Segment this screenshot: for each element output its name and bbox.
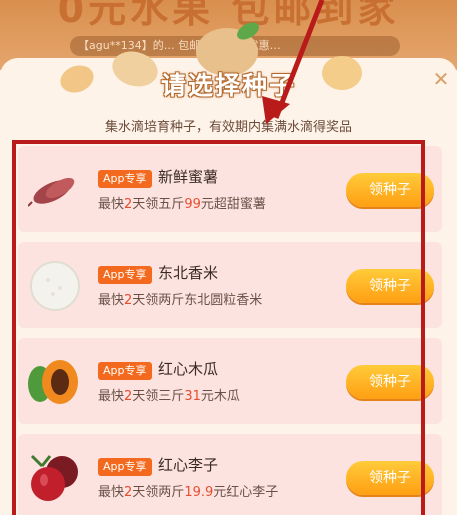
app-exclusive-badge: App专享	[98, 362, 152, 380]
item-name: 红心李子	[158, 456, 219, 474]
seed-list: App专享 新鲜蜜薯 最快2天领五斤99元超甜蜜薯 领种子 App专享 东北香米…	[18, 146, 442, 515]
item-description: 最快2天领两斤东北圆粒香米	[98, 293, 263, 308]
item-name: 东北香米	[158, 264, 219, 282]
close-icon[interactable]: ✕	[430, 68, 452, 90]
get-seed-button[interactable]: 领种子	[346, 365, 434, 399]
list-item: App专享 东北香米 最快2天领两斤东北圆粒香米 领种子	[18, 242, 442, 328]
plum-icon	[30, 454, 78, 501]
app-exclusive-badge: App专享	[98, 458, 152, 476]
rice-icon	[30, 261, 80, 311]
list-item: App专享 红心木瓜 最快2天领三斤31元木瓜 领种子	[18, 338, 442, 424]
app-exclusive-badge: App专享	[98, 170, 152, 188]
modal-title: 请选择种子	[160, 71, 296, 100]
modal-subtitle: 集水滴培育种子，有效期内集满水滴得奖品	[104, 120, 352, 135]
item-name: 新鲜蜜薯	[158, 168, 219, 186]
item-description: 最快2天领三斤31元木瓜	[98, 389, 240, 404]
list-item: App专享 红心李子 最快2天领两斤19.9元红心李子 领种子	[18, 434, 442, 515]
item-description: 最快2天领两斤19.9元红心李子	[98, 485, 279, 500]
item-name: 红心木瓜	[158, 360, 219, 378]
app-exclusive-badge: App专享	[98, 266, 152, 284]
list-item: App专享 新鲜蜜薯 最快2天领五斤99元超甜蜜薯 领种子	[18, 146, 442, 232]
item-description: 最快2天领五斤99元超甜蜜薯	[98, 197, 266, 212]
papaya-icon	[28, 360, 78, 404]
get-seed-button[interactable]: 领种子	[346, 461, 434, 495]
get-seed-button[interactable]: 领种子	[346, 173, 434, 207]
sweet-potato-icon	[28, 177, 75, 207]
get-seed-button[interactable]: 领种子	[346, 269, 434, 303]
